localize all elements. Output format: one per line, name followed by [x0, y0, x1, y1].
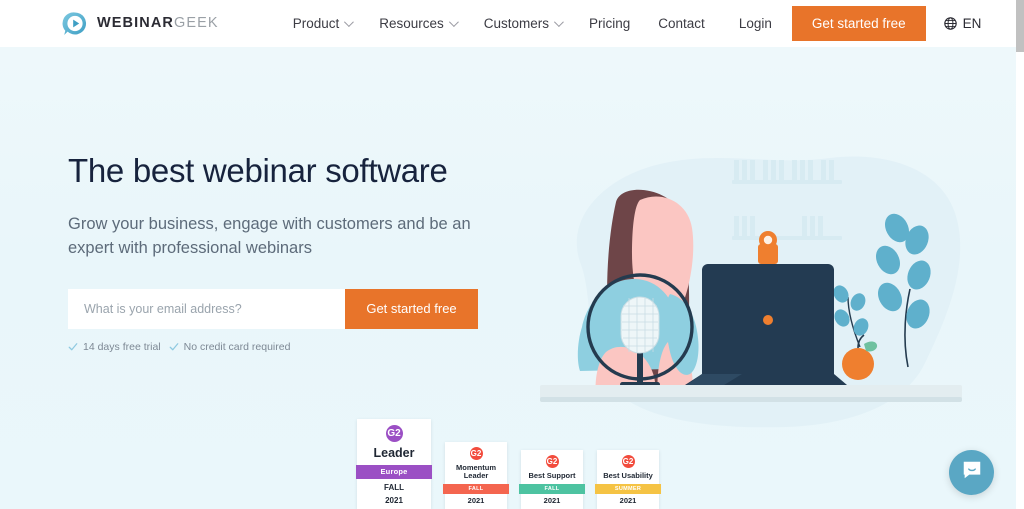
- trust-item-trial: 14 days free trial: [68, 341, 161, 353]
- hero-illustration: [520, 142, 990, 432]
- badge-body: G2 Best Support FALL 2021: [519, 450, 585, 509]
- chat-launcher-button[interactable]: [949, 450, 994, 495]
- badge-leader-europe[interactable]: G2 Leader Europe FALL 2021: [356, 419, 432, 509]
- nav-label: Product: [292, 16, 340, 31]
- badge-best-support[interactable]: G2 Best Support FALL 2021: [519, 450, 585, 509]
- language-label: EN: [962, 16, 982, 31]
- nav-item-contact[interactable]: Contact: [644, 16, 719, 31]
- nav-item-resources[interactable]: Resources: [365, 16, 470, 31]
- email-field[interactable]: [68, 288, 345, 329]
- login-link[interactable]: Login: [719, 16, 792, 31]
- logo[interactable]: WEBINARGEEK: [62, 11, 219, 37]
- nav-item-product[interactable]: Product: [279, 16, 366, 31]
- badge-ribbon: SUMMER: [595, 484, 661, 495]
- nav-label: Customers: [483, 16, 550, 31]
- page-title: The best webinar software: [68, 152, 448, 189]
- language-switcher[interactable]: EN: [943, 16, 982, 31]
- nav-item-customers[interactable]: Customers: [470, 16, 575, 31]
- badge-title: Best Usability: [603, 471, 653, 481]
- page-root: WEBINARGEEK Product Resources Customers …: [0, 0, 1016, 509]
- main-nav: Product Resources Customers Pricing Cont…: [279, 16, 719, 31]
- badge-body: G2 Best Usability SUMMER 2021: [595, 450, 661, 509]
- badge-period: FALL: [384, 482, 404, 492]
- g2-logo-icon: G2: [469, 447, 483, 461]
- header-get-started-button[interactable]: Get started free: [791, 5, 926, 42]
- signup-submit-button[interactable]: Get started free: [345, 288, 478, 329]
- g2-logo-icon: G2: [385, 425, 403, 443]
- trust-line: 14 days free trial No credit card requir…: [68, 341, 498, 353]
- badge-year: 2021: [467, 496, 485, 506]
- chevron-down-icon: [344, 17, 355, 28]
- award-badges: G2 Leader Europe FALL 2021 G2 Momentum L…: [0, 419, 1016, 509]
- hero-copy: The best webinar software Grow your busi…: [68, 152, 498, 353]
- chevron-down-icon: [448, 17, 459, 28]
- badge-title: Leader: [373, 446, 415, 461]
- header-actions: Login Get started free EN: [719, 5, 982, 42]
- nav-label: Pricing: [589, 16, 631, 31]
- chat-bubble-icon: [961, 459, 983, 486]
- site-header: WEBINARGEEK Product Resources Customers …: [0, 0, 1016, 47]
- badge-ribbon: Europe: [356, 464, 432, 479]
- g2-logo-icon: G2: [621, 455, 635, 469]
- nav-label: Resources: [379, 16, 444, 31]
- logo-text-light: GEEK: [173, 15, 219, 32]
- badge-body: G2 Leader Europe FALL 2021: [356, 419, 432, 509]
- g2-logo-icon: G2: [545, 455, 559, 469]
- badge-ribbon: FALL: [443, 484, 509, 495]
- badge-year: 2021: [543, 496, 561, 506]
- badge-year: 2021: [619, 496, 637, 506]
- nav-label: Contact: [658, 16, 705, 31]
- trust-label: No credit card required: [183, 340, 291, 353]
- badge-best-usability[interactable]: G2 Best Usability SUMMER 2021: [595, 450, 661, 509]
- badge-title: Best Support: [528, 471, 576, 481]
- globe-icon: [943, 17, 957, 30]
- hero-subtitle: Grow your business, engage with customer…: [68, 214, 471, 257]
- scrollbar-thumb[interactable]: [1016, 0, 1024, 52]
- check-icon: [68, 342, 78, 352]
- badge-body: G2 Momentum Leader FALL 2021: [443, 442, 509, 509]
- badge-title: Momentum Leader: [456, 463, 496, 481]
- page-scrollbar[interactable]: [1016, 0, 1024, 509]
- badge-year: 2021: [385, 495, 403, 505]
- hero-section: The best webinar software Grow your busi…: [0, 47, 1016, 509]
- play-bubble-icon: [62, 11, 88, 37]
- signup-form: Get started free: [68, 288, 478, 329]
- logo-text: WEBINARGEEK: [97, 16, 219, 31]
- check-icon: [169, 342, 179, 352]
- trust-item-no-card: No credit card required: [169, 340, 291, 353]
- logo-text-bold: WEBINAR: [97, 15, 174, 32]
- badge-ribbon: FALL: [519, 484, 585, 495]
- badge-momentum-leader[interactable]: G2 Momentum Leader FALL 2021: [443, 442, 509, 509]
- trust-label: 14 days free trial: [83, 340, 161, 353]
- chevron-down-icon: [553, 17, 564, 28]
- nav-item-pricing[interactable]: Pricing: [575, 16, 644, 31]
